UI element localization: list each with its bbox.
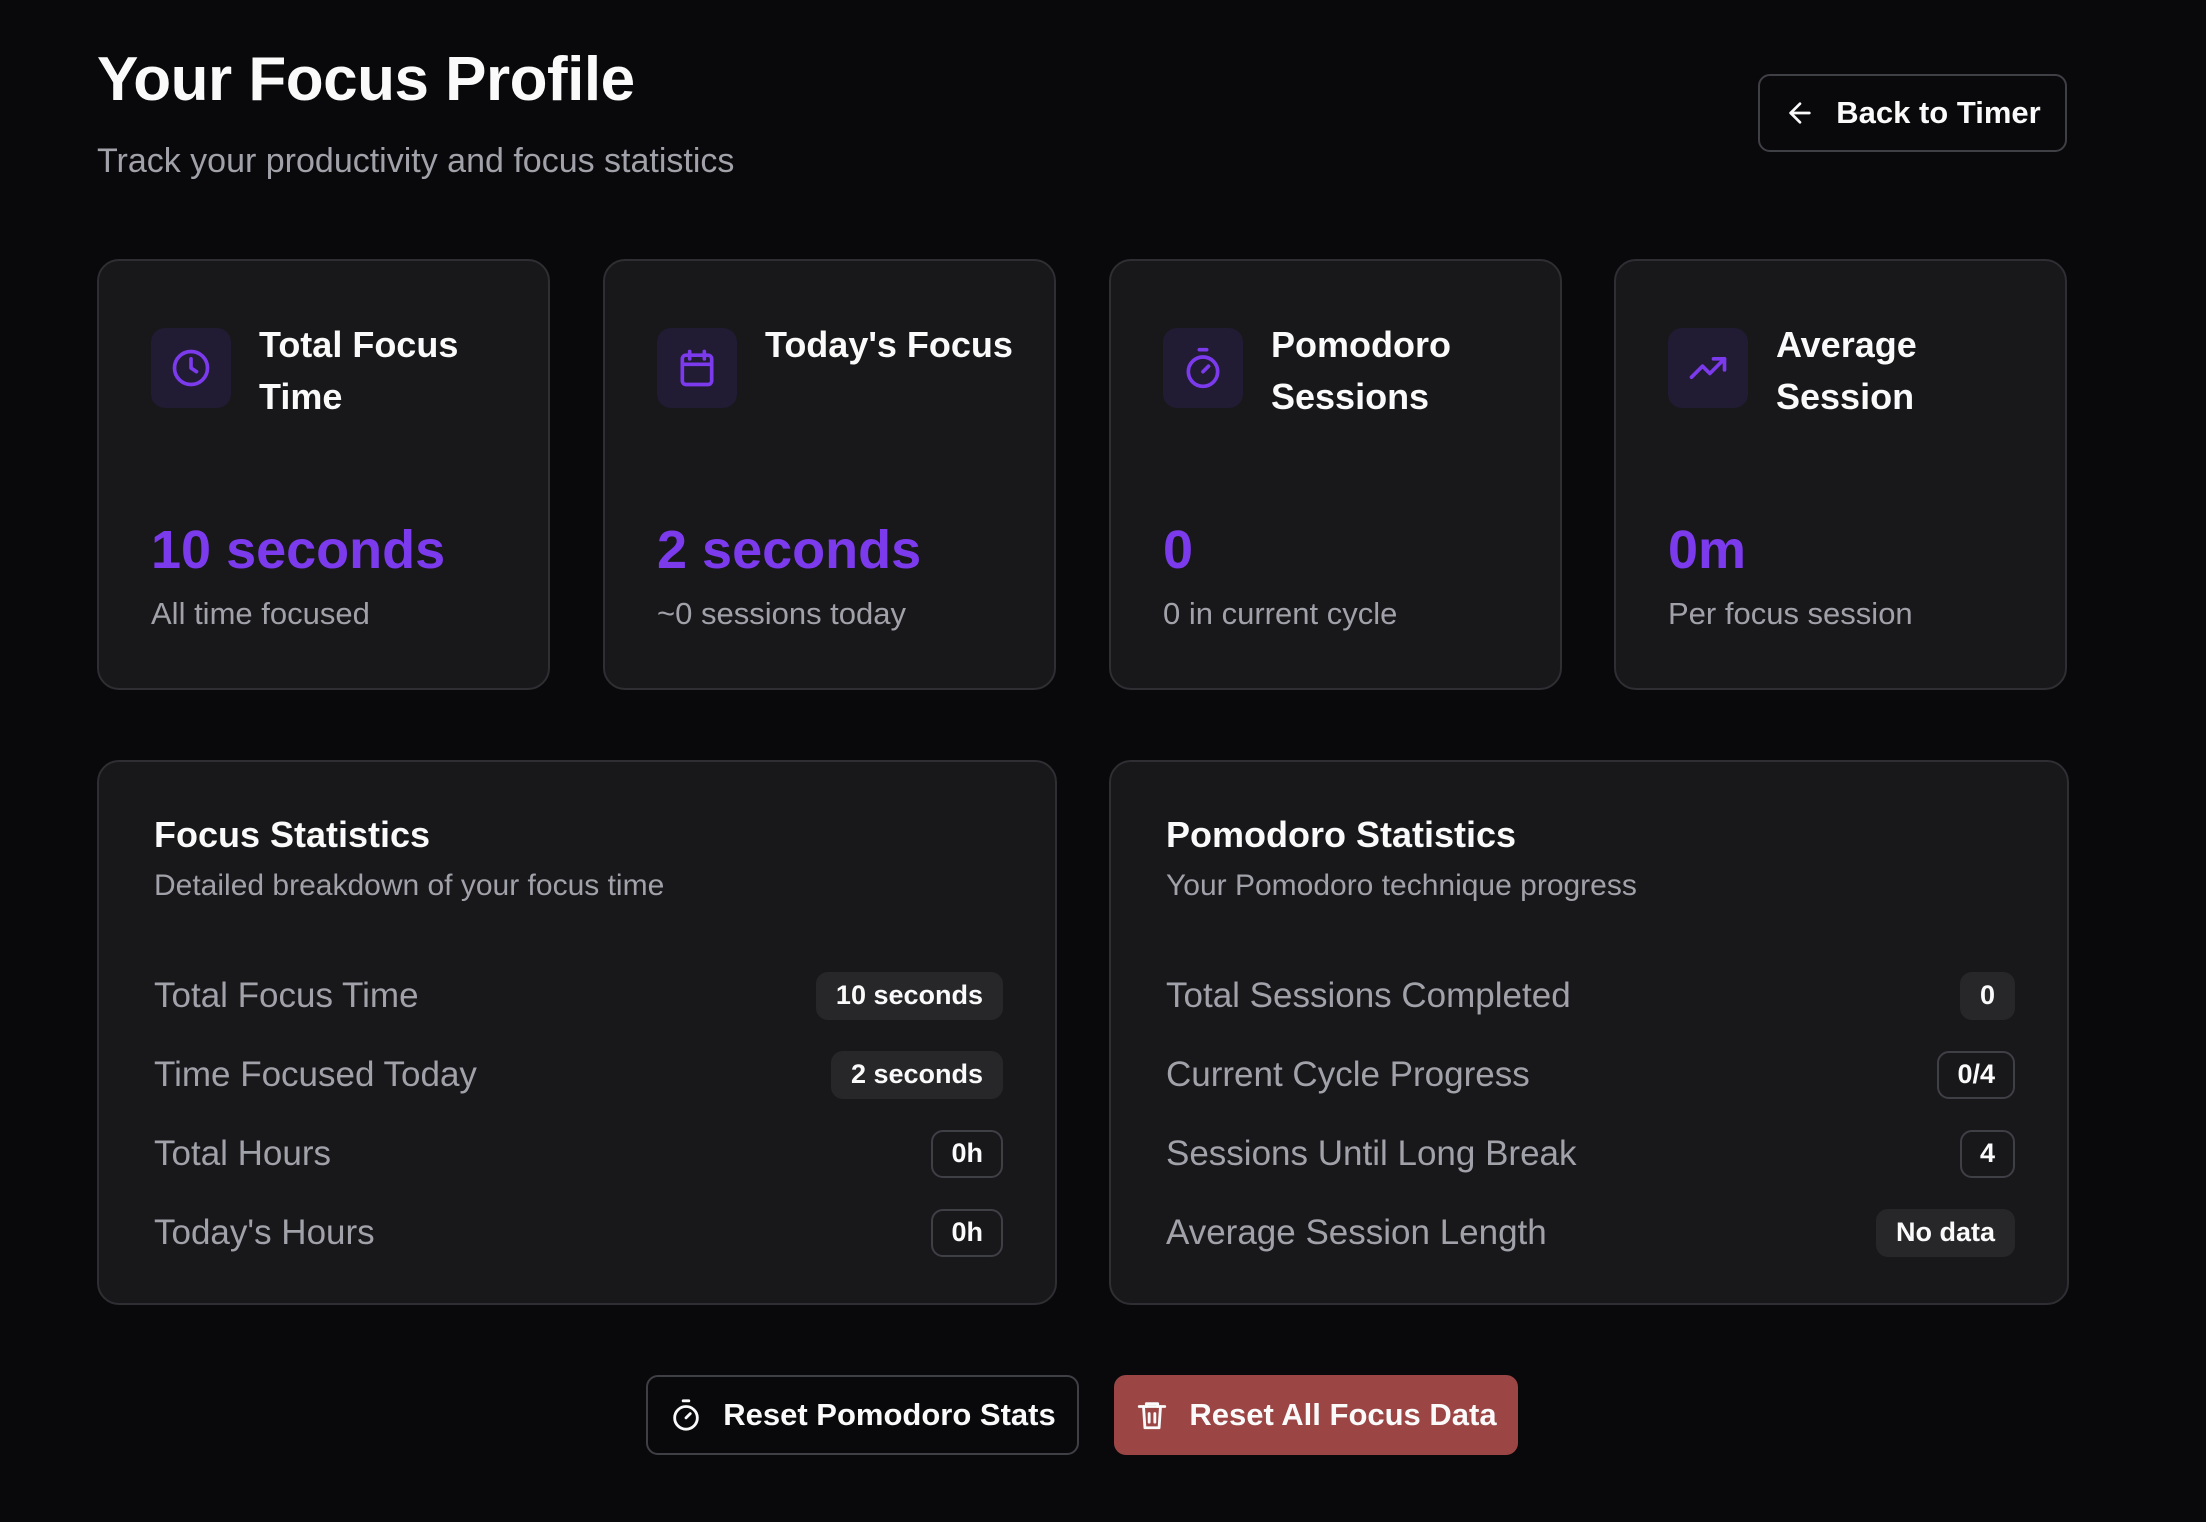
- stat-row-time-focused-today: Time Focused Today 2 seconds: [154, 1035, 1003, 1114]
- stat-row-label: Sessions Until Long Break: [1166, 1133, 1577, 1173]
- focus-profile-page: Your Focus Profile Track your productivi…: [0, 0, 2206, 1522]
- stat-row-label: Today's Hours: [154, 1212, 375, 1252]
- stat-card-average-session: Average Session 0m Per focus session: [1614, 259, 2067, 690]
- stat-card-value: 10 seconds: [151, 520, 446, 580]
- stat-row-total-hours: Total Hours 0h: [154, 1114, 1003, 1193]
- stat-row-label: Current Cycle Progress: [1166, 1054, 1530, 1094]
- back-to-timer-label: Back to Timer: [1836, 95, 2041, 130]
- trending-up-icon: [1668, 328, 1748, 408]
- stat-row-badge: 2 seconds: [830, 1050, 1003, 1099]
- panel-subtitle: Your Pomodoro technique progress: [1166, 869, 1637, 902]
- pomodoro-statistics-panel: Pomodoro Statistics Your Pomodoro techni…: [1109, 760, 2069, 1305]
- stat-row-label: Total Focus Time: [154, 975, 419, 1015]
- reset-pomodoro-stats-label: Reset Pomodoro Stats: [723, 1397, 1056, 1432]
- reset-all-focus-data-button[interactable]: Reset All Focus Data: [1114, 1375, 1518, 1455]
- stat-card-description: All time focused: [151, 596, 370, 631]
- timer-icon: [673, 1399, 700, 1431]
- stat-row-badge: 10 seconds: [815, 971, 1003, 1020]
- calendar-icon: [657, 328, 737, 408]
- timer-icon: [1163, 328, 1243, 408]
- stat-row-badge: No data: [1875, 1208, 2015, 1257]
- focus-statistics-panel: Focus Statistics Detailed breakdown of y…: [97, 760, 1057, 1305]
- stat-card-title: Total Focus Time: [259, 324, 459, 417]
- stat-card-title: Today's Focus: [765, 324, 1013, 365]
- stat-row-badge: 0h: [931, 1208, 1003, 1257]
- stat-row-total-sessions-completed: Total Sessions Completed 0: [1166, 956, 2015, 1035]
- trash-icon: [1138, 1402, 1167, 1430]
- pomodoro-statistics-list: Total Sessions Completed 0 Current Cycle…: [1166, 956, 2015, 1272]
- stat-card-description: 0 in current cycle: [1163, 596, 1398, 631]
- stat-row-badge: 0h: [931, 1129, 1003, 1178]
- stat-card-value: 2 seconds: [657, 520, 922, 580]
- panel-title: Pomodoro Statistics: [1166, 814, 1517, 855]
- stat-row-badge: 0: [1959, 971, 2015, 1020]
- stat-row-current-cycle-progress: Current Cycle Progress 0/4: [1166, 1035, 2015, 1114]
- stat-row-badge: 0/4: [1937, 1050, 2015, 1099]
- stat-row-label: Average Session Length: [1166, 1212, 1547, 1252]
- clock-icon: [151, 328, 231, 408]
- stat-card-description: Per focus session: [1668, 596, 1913, 631]
- stat-card-value: 0m: [1668, 520, 1747, 580]
- stat-card-description: ~0 sessions today: [657, 596, 907, 631]
- arrow-left-icon: [1789, 102, 1811, 124]
- stat-card-title: Pomodoro Sessions: [1271, 324, 1451, 417]
- panel-subtitle: Detailed breakdown of your focus time: [154, 869, 665, 902]
- stat-row-label: Time Focused Today: [154, 1054, 477, 1094]
- stat-row-total-focus-time: Total Focus Time 10 seconds: [154, 956, 1003, 1035]
- stat-card-pomodoro-sessions: Pomodoro Sessions 0 0 in current cycle: [1109, 259, 1562, 690]
- stat-row-label: Total Hours: [154, 1133, 332, 1173]
- stat-row-label: Total Sessions Completed: [1166, 975, 1571, 1015]
- stat-row-sessions-until-long-break: Sessions Until Long Break 4: [1166, 1114, 2015, 1193]
- stat-card-value: 0: [1163, 520, 1194, 580]
- page-title: Your Focus Profile: [97, 45, 635, 114]
- panel-title: Focus Statistics: [154, 814, 431, 855]
- reset-all-focus-data-label: Reset All Focus Data: [1189, 1397, 1497, 1432]
- back-to-timer-button[interactable]: Back to Timer: [1758, 74, 2067, 152]
- stat-card-total-focus-time: Total Focus Time 10 seconds All time foc…: [97, 259, 550, 690]
- stat-card-title: Average Session: [1776, 324, 1917, 417]
- stat-row-todays-hours: Today's Hours 0h: [154, 1193, 1003, 1272]
- stat-row-badge: 4: [1959, 1129, 2015, 1178]
- stat-card-todays-focus: Today's Focus 2 seconds ~0 sessions toda…: [603, 259, 1056, 690]
- reset-pomodoro-stats-button[interactable]: Reset Pomodoro Stats: [646, 1375, 1079, 1455]
- page-subtitle: Track your productivity and focus statis…: [97, 142, 735, 180]
- stat-row-average-session-length: Average Session Length No data: [1166, 1193, 2015, 1272]
- focus-statistics-list: Total Focus Time 10 seconds Time Focused…: [154, 956, 1003, 1272]
